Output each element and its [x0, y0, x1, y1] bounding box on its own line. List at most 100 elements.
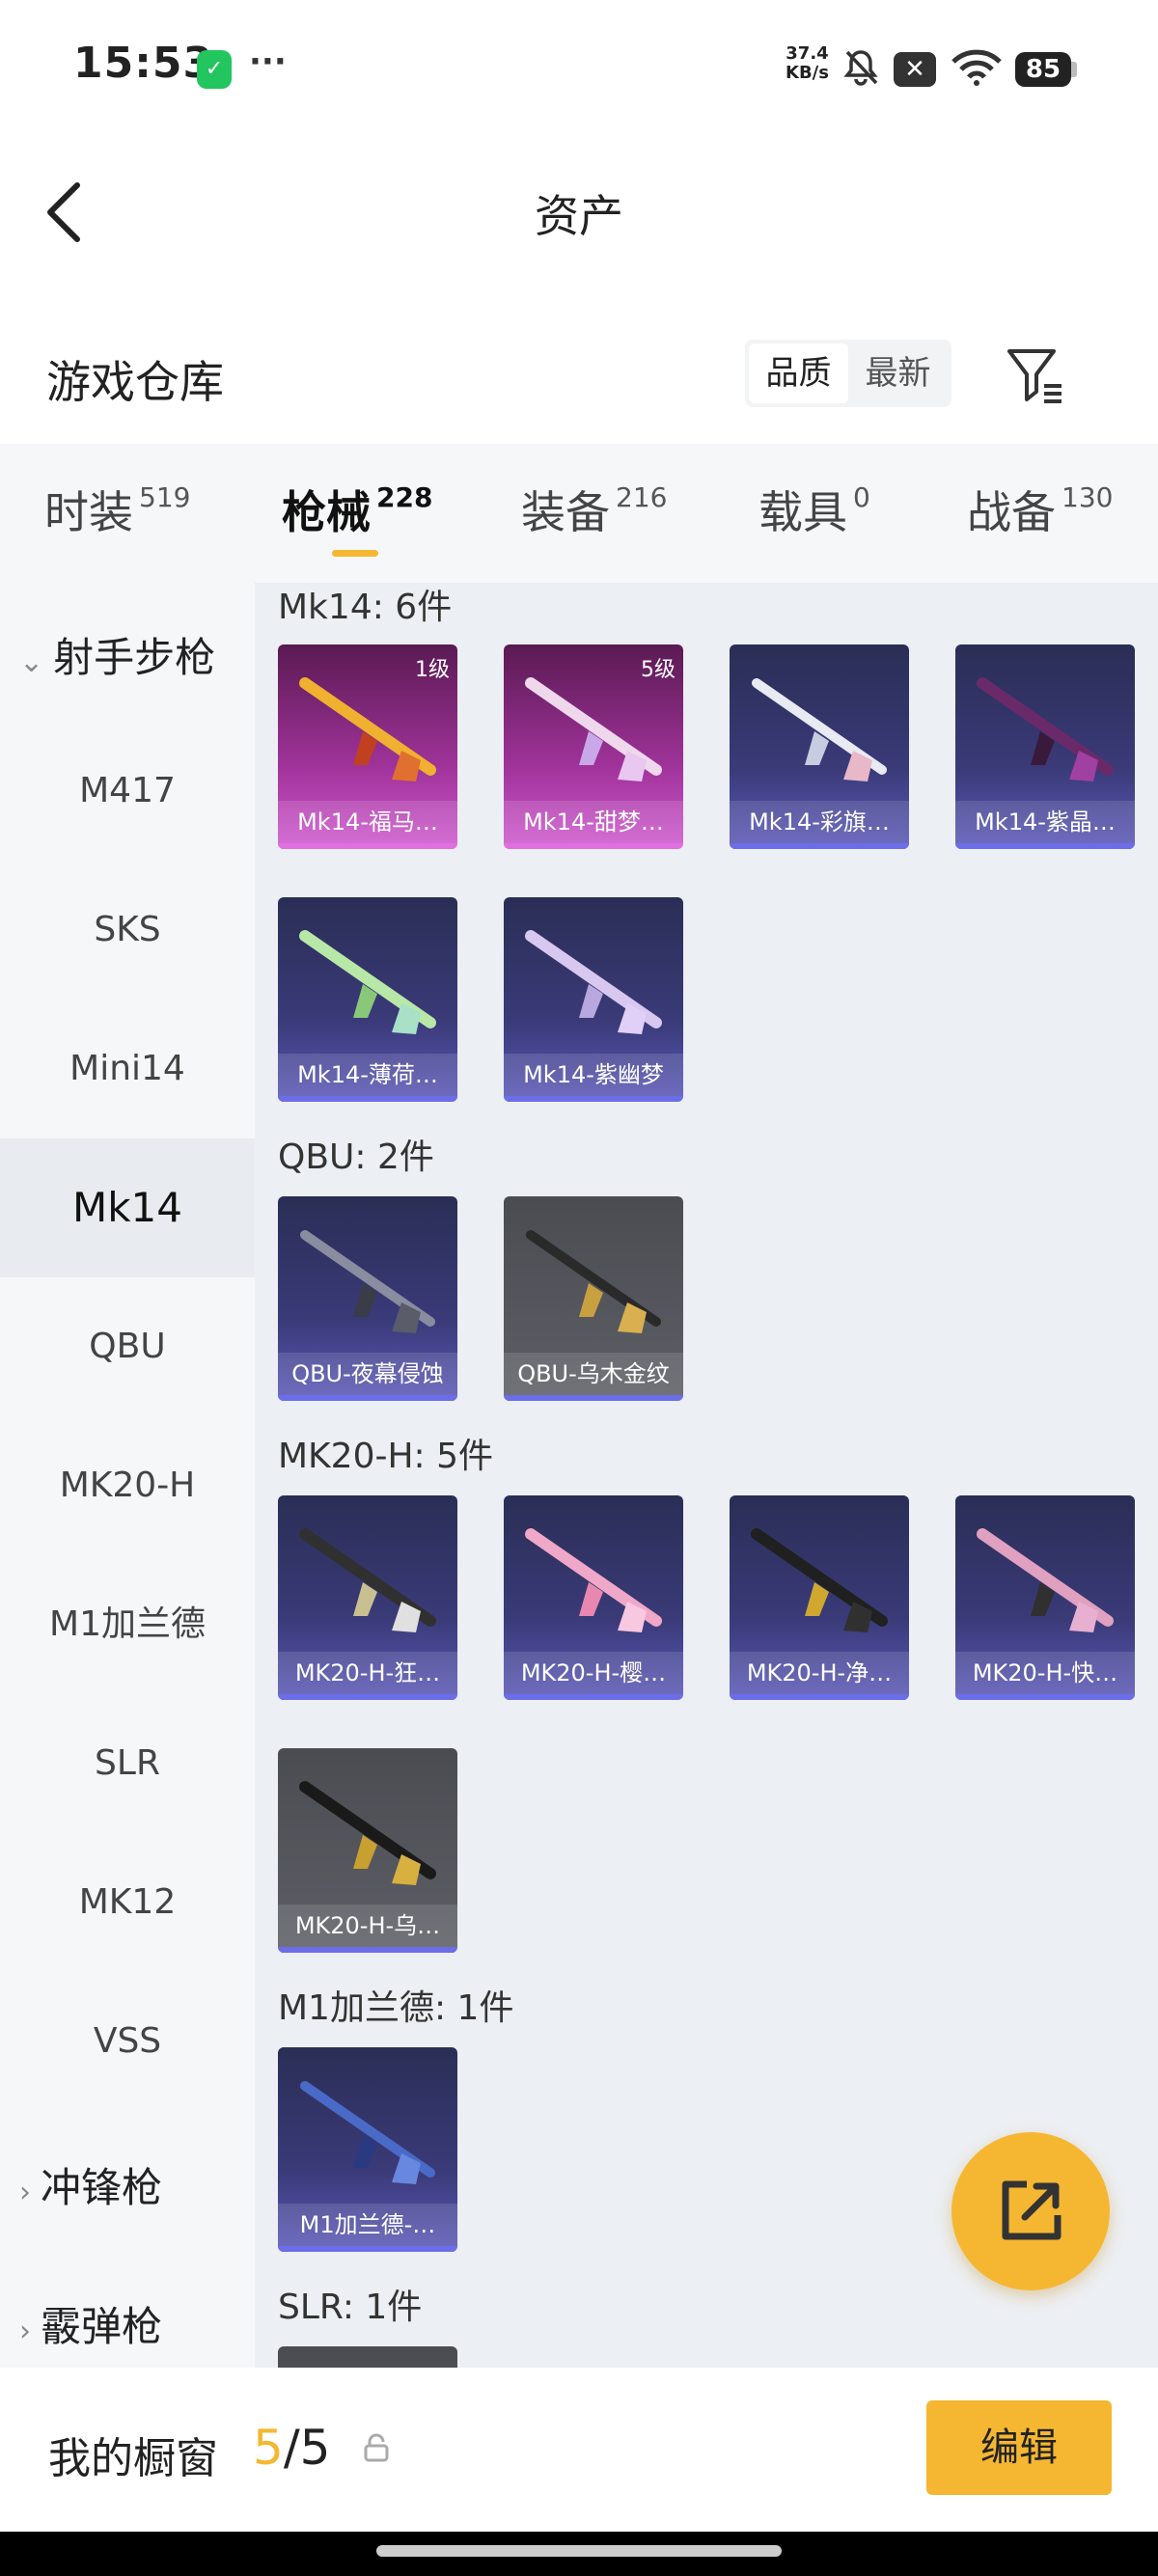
skin-card[interactable]: MK20-H-快…	[955, 1495, 1135, 1700]
skin-card[interactable]: Mk14-紫晶…	[955, 644, 1135, 849]
rifle-icon	[525, 1528, 662, 1632]
sidebar-category-smg[interactable]: › 冲锋枪	[19, 2155, 162, 2214]
tab-label: 枪械	[282, 486, 371, 538]
tab-label: 载具	[758, 486, 847, 538]
rifle-icon	[752, 678, 887, 781]
sidebar-category-shotgun[interactable]: › 霰弹枪	[19, 2294, 162, 2353]
tab-count: 519	[139, 481, 191, 513]
rarity-bar	[504, 1096, 683, 1102]
skin-label: MK20-H-快…	[955, 1652, 1135, 1694]
skin-card[interactable]: M1加兰德-…	[278, 2047, 457, 2252]
more-dots-icon: ···	[249, 42, 287, 81]
tab-count: 228	[376, 481, 433, 513]
group-title: MK20-H: 5件	[278, 1437, 494, 1476]
tab-count: 130	[1062, 481, 1114, 513]
skin-label: MK20-H-净…	[730, 1652, 909, 1694]
rarity-bar	[278, 1694, 457, 1700]
skin-label: Mk14-紫晶…	[955, 801, 1135, 843]
sidebar-item-slr[interactable]: SLR	[0, 1694, 255, 1833]
sidebar-item-m1garand[interactable]: M1加兰德	[0, 1555, 255, 1694]
skin-card[interactable]: Mk14-紫幽梦	[504, 897, 683, 1102]
rarity-bar	[504, 843, 683, 849]
rarity-bar	[504, 1694, 683, 1700]
rarity-bar	[278, 1096, 457, 1102]
weapon-sidebar: ⌄ 射手步枪 M417 SKS Mini14 Mk14 QBU MK20-H M1…	[0, 583, 255, 2368]
home-indicator[interactable]	[376, 2545, 782, 2557]
skin-card[interactable]: 5级 Mk14-甜梦…	[504, 644, 683, 849]
skin-card[interactable]: Mk14-彩旗…	[730, 644, 909, 849]
skin-label: M1加兰德-…	[278, 2204, 457, 2246]
sidebar-category-label: 射手步枪	[53, 634, 216, 681]
sidebar-item-mini14[interactable]: Mini14	[0, 1000, 255, 1138]
wifi-icon	[950, 48, 1004, 91]
edit-button[interactable]: 编辑	[926, 2400, 1112, 2495]
skin-label: Mk14-福马…	[278, 801, 457, 843]
skin-card[interactable]: Mk14-薄荷…	[278, 897, 457, 1102]
network-speed-value: 37.4	[786, 43, 829, 64]
skin-card[interactable]: QBU-夜幕侵蚀	[278, 1196, 457, 1401]
rarity-bar	[278, 1395, 457, 1401]
close-box-icon: ✕	[894, 52, 936, 87]
sidebar-item-mk20h[interactable]: MK20-H	[0, 1416, 255, 1555]
tab-count: 0	[853, 481, 870, 513]
sort-quality-button[interactable]: 品质	[749, 343, 848, 403]
skin-label: MK20-H-狂…	[278, 1652, 457, 1694]
rarity-bar	[278, 1947, 457, 1953]
skin-card[interactable]: MK20-H-狂…	[278, 1495, 457, 1700]
tab-supplies[interactable]: 战备 130	[967, 478, 1113, 541]
group-title: SLR: 1件	[278, 2288, 423, 2327]
sidebar-item-vss[interactable]: VSS	[0, 1972, 255, 2111]
sidebar-category-dmr[interactable]: ⌄ 射手步枪	[19, 625, 215, 684]
sort-latest-button[interactable]: 最新	[848, 343, 948, 403]
share-fab-button[interactable]	[951, 2132, 1110, 2290]
page-title: 资产	[535, 190, 623, 242]
tab-count: 216	[616, 481, 668, 513]
sidebar-item-sks[interactable]: SKS	[0, 861, 255, 1000]
skin-label: Mk14-甜梦…	[504, 801, 683, 843]
tab-vehicles[interactable]: 载具 0	[758, 478, 870, 541]
status-time: 15:53	[73, 39, 214, 88]
network-speed: 37.4 KB/s	[786, 44, 829, 83]
rifle-icon	[299, 677, 436, 781]
skin-label: Mk14-薄荷…	[278, 1054, 457, 1096]
sidebar-item-qbu[interactable]: QBU	[0, 1277, 255, 1416]
network-speed-unit: KB/s	[786, 63, 829, 83]
skin-label: Mk14-彩旗…	[730, 801, 909, 843]
tab-equipment[interactable]: 装备 216	[521, 478, 667, 541]
share-icon	[1002, 2180, 1062, 2240]
rarity-bar	[730, 843, 909, 849]
showcase-used: 5	[253, 2420, 284, 2476]
rifle-icon	[526, 1230, 661, 1333]
battery-tip	[1071, 62, 1077, 77]
tab-firearms[interactable]: 枪械 228	[282, 478, 432, 541]
skin-card[interactable]: MK20-H-净…	[730, 1495, 909, 1700]
skin-card[interactable]: MK20-H-乌…	[278, 1748, 457, 1953]
filter-icon[interactable]	[1004, 343, 1067, 407]
skin-card[interactable]: 1级 Mk14-福马…	[278, 644, 457, 849]
shield-icon: ✓	[197, 50, 232, 89]
group-title: Mk14: 6件	[278, 588, 453, 627]
tab-label: 战备	[967, 486, 1056, 538]
rifle-icon	[977, 677, 1114, 781]
sidebar-item-mk12[interactable]: MK12	[0, 1833, 255, 1972]
tab-fashion[interactable]: 时装 519	[44, 478, 190, 541]
tab-label: 时装	[44, 486, 133, 538]
sort-toggle: 品质 最新	[745, 340, 951, 407]
sidebar-item-m417[interactable]: M417	[0, 722, 255, 861]
rarity-bar	[955, 1694, 1135, 1700]
skin-grid: Mk14: 6件 1级 Mk14-福马… 5级 Mk14-甜梦… Mk14-彩旗…	[255, 583, 1158, 2368]
showcase-label: 我的橱窗	[48, 2434, 218, 2483]
sidebar-category-label: 冲锋枪	[41, 2164, 163, 2211]
tab-label: 装备	[521, 486, 610, 538]
chevron-right-icon: ›	[19, 2315, 31, 2348]
rarity-bar	[278, 2246, 457, 2252]
rifle-icon	[525, 677, 662, 781]
sidebar-item-mk14[interactable]: Mk14	[0, 1138, 255, 1277]
skin-card[interactable]: MK20-H-樱…	[504, 1495, 683, 1700]
chevron-right-icon: ›	[19, 2176, 31, 2209]
skin-card[interactable]	[278, 2346, 457, 2368]
skin-label: Mk14-紫幽梦	[504, 1054, 683, 1096]
rarity-bar	[730, 1694, 909, 1700]
skin-label: QBU-夜幕侵蚀	[278, 1353, 457, 1395]
skin-card[interactable]: QBU-乌木金纹	[504, 1196, 683, 1401]
